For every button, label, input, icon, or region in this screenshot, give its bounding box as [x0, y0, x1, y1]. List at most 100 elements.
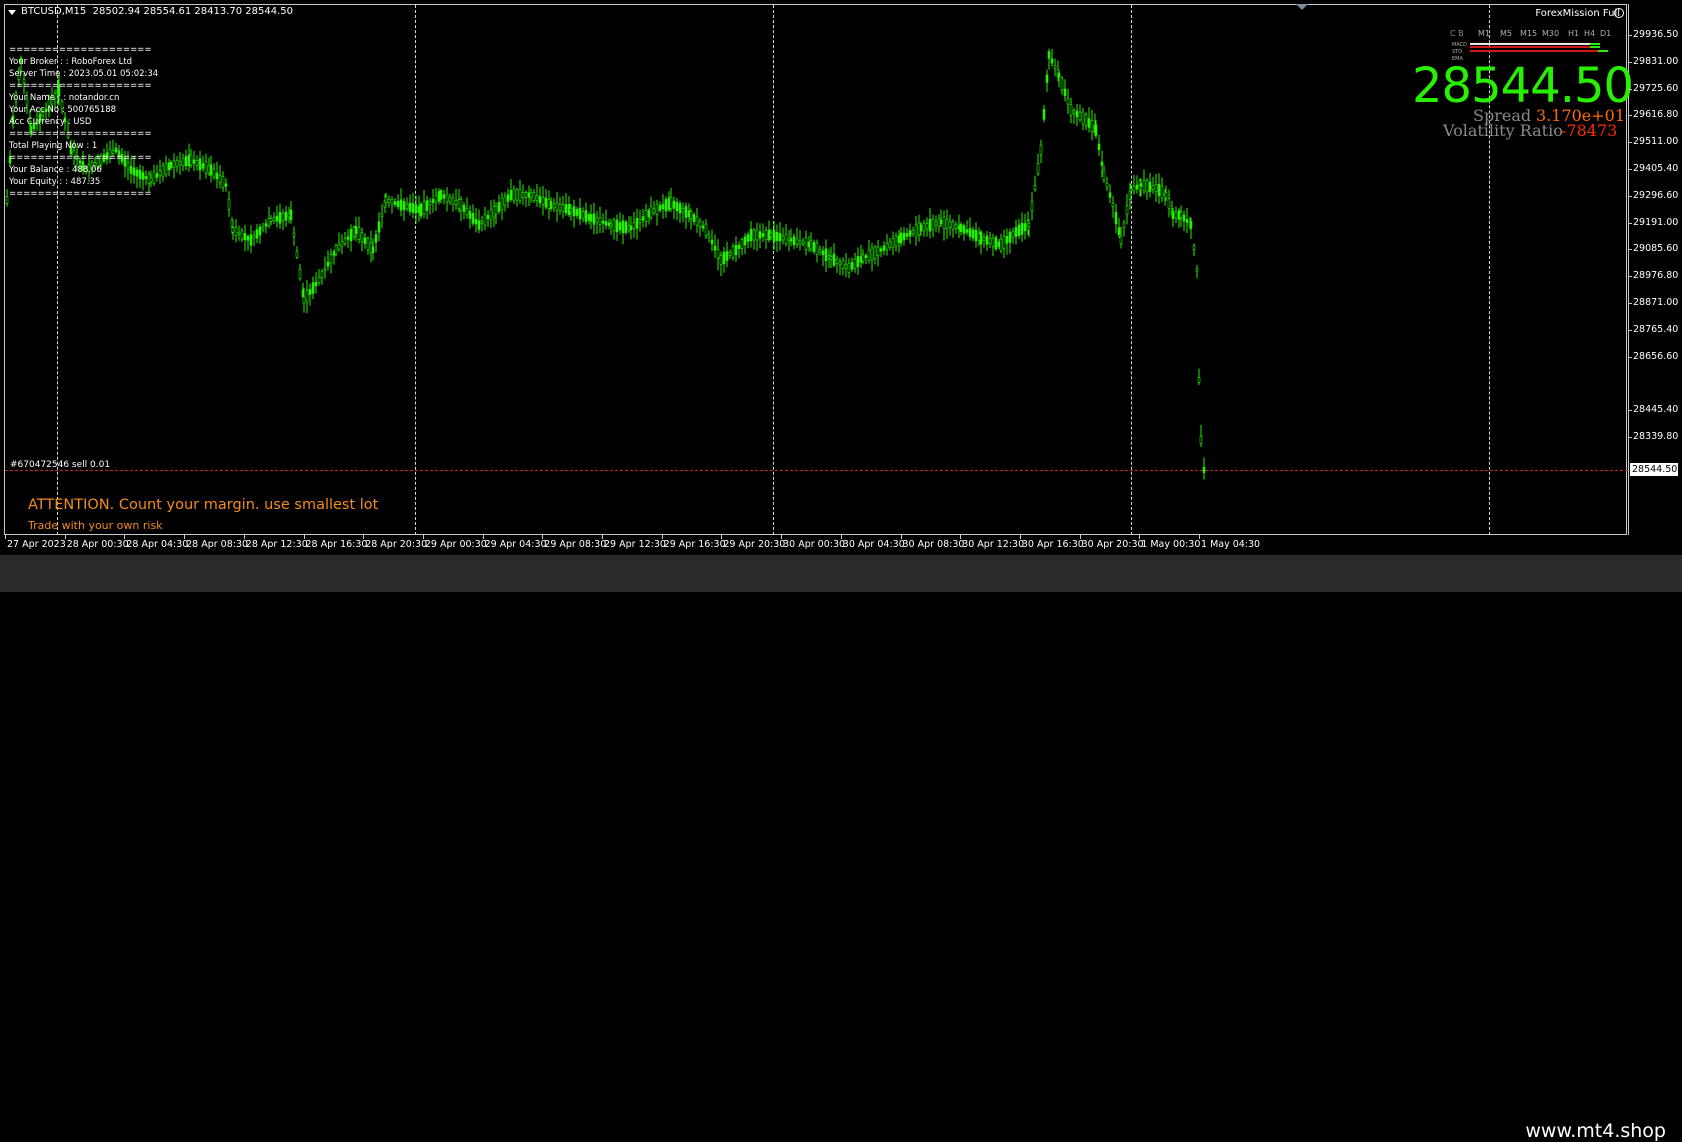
candle-body [853, 258, 857, 269]
candle-body [1122, 222, 1126, 228]
candle-body [1111, 203, 1115, 207]
candle-body [264, 223, 268, 227]
candle-body [809, 240, 813, 250]
candle-body [885, 243, 889, 250]
time-tick [1139, 535, 1141, 539]
time-tick-label: 28 Apr 16:30 [305, 539, 368, 550]
candle-body [494, 205, 498, 215]
candle-body [710, 239, 714, 245]
price-tick-label: 29511.00 [1633, 136, 1679, 148]
candle-body [311, 282, 315, 294]
time-tick [243, 535, 245, 539]
candle-body [1069, 104, 1073, 116]
candle-body [462, 204, 466, 212]
info-line: Total Playing Now : 1 [9, 141, 98, 151]
candle-body [615, 219, 619, 233]
order-label[interactable]: #670472546 sell 0.01 [10, 460, 110, 470]
time-tick-label: 30 Apr 08:30 [902, 539, 965, 550]
candle-body [175, 160, 179, 167]
candle-body [632, 222, 636, 229]
candle-body [902, 232, 906, 241]
candle-body [408, 202, 412, 212]
panel-prefix: C B [1450, 29, 1464, 38]
candle-body [237, 232, 241, 235]
candle-body [541, 197, 545, 205]
candle-body [1011, 231, 1015, 238]
candle-body [518, 188, 522, 202]
candle-body [164, 162, 168, 175]
chart-shift-marker-icon[interactable] [1296, 4, 1308, 10]
candle-body [515, 189, 519, 201]
candle-body [772, 229, 776, 242]
price-tick [1628, 356, 1632, 358]
candle-body [343, 238, 347, 244]
price-tick-label: 29936.50 [1633, 29, 1679, 40]
candle-body [931, 219, 935, 230]
candle-body [195, 160, 199, 166]
candle-body [746, 234, 750, 242]
signal-bar [1598, 50, 1608, 52]
chart-menu-arrow-icon[interactable] [8, 10, 16, 15]
candle-body [1008, 231, 1012, 243]
candle-body [638, 219, 642, 223]
candle-body [535, 195, 539, 201]
candle-body [879, 248, 883, 252]
candle-body [521, 192, 525, 198]
price-tick-label: 29085.60 [1633, 243, 1679, 255]
candle-body [167, 162, 171, 171]
candle-body [524, 192, 528, 198]
candle-body [326, 261, 330, 267]
candle-body [161, 165, 165, 177]
candle-body [578, 207, 582, 220]
candle-body [959, 223, 963, 233]
price-tick-label: 28656.60 [1633, 350, 1679, 362]
chart-window[interactable]: BTCUSD,M15 28502.94 28554.61 28413.70 28… [0, 0, 1682, 555]
signal-bar [1590, 46, 1600, 48]
candle-body [178, 160, 182, 165]
candle-body [1063, 88, 1067, 97]
candle-body [393, 201, 397, 205]
price-tick [1628, 88, 1632, 90]
candle-body [769, 233, 773, 237]
time-tick [482, 535, 484, 539]
candle-body [231, 227, 235, 233]
candle-body [635, 217, 639, 229]
candle-body [1090, 120, 1094, 132]
candle-body [255, 229, 259, 239]
candle-body [1042, 109, 1046, 120]
candle-body [172, 160, 176, 168]
candle-body [908, 230, 912, 237]
time-tick-label: 29 Apr 00:30 [424, 539, 487, 550]
candle-body [1167, 198, 1171, 209]
price-tick [1628, 195, 1632, 197]
candle-body [221, 176, 225, 188]
candle-body [592, 213, 596, 225]
candle-body [775, 231, 779, 242]
expert-smiley-icon[interactable] [1614, 8, 1624, 18]
candle-body [169, 162, 173, 168]
candle-body [669, 197, 673, 209]
signal-bar [1470, 46, 1590, 48]
candle-body [867, 249, 871, 261]
candle-body [1142, 180, 1146, 192]
candle-body [894, 235, 898, 247]
candle-body [1100, 161, 1104, 166]
candle-body [841, 260, 845, 269]
candle-body [538, 195, 542, 204]
candle-body [561, 204, 565, 212]
candle-body [459, 198, 463, 212]
candle-body [695, 216, 699, 226]
time-tick [1019, 535, 1021, 539]
candle-body [340, 241, 344, 247]
candle-body [1084, 114, 1088, 126]
price-tick [1628, 222, 1632, 224]
time-tick-label: 28 Apr 20:30 [365, 539, 428, 550]
candle-body [795, 238, 799, 245]
candle-body [1078, 111, 1082, 121]
time-tick [64, 535, 66, 539]
candle-body [384, 196, 388, 204]
candle-body [445, 193, 449, 203]
time-tick [542, 535, 544, 539]
time-tick-label: 1 May 00:30 [1141, 539, 1201, 550]
candle-body [337, 244, 341, 250]
